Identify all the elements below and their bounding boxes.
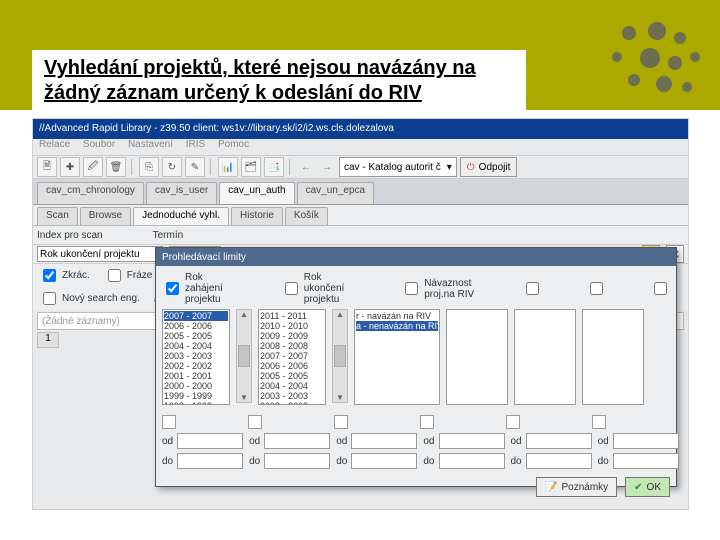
list-end-year[interactable]: 2011 - 20112010 - 20102009 - 20092008 - … [258, 309, 326, 405]
slide-title-box: Vyhledání projektů, které nejsou navázán… [32, 50, 526, 116]
page-number: 1 [37, 332, 59, 348]
extra-checkbox-row [162, 415, 670, 429]
menu-nastaveni[interactable]: Nastavení [128, 139, 173, 150]
catalog-combo[interactable]: cav - Katalog autorit č▾ [339, 157, 457, 177]
cb-e2[interactable] [248, 415, 262, 429]
scan-index-input[interactable] [37, 246, 163, 262]
slide-title: Vyhledání projektů, které nejsou navázán… [44, 56, 514, 106]
from-input-3[interactable] [351, 433, 417, 449]
to-input-2[interactable] [264, 453, 330, 469]
filter-empty-5[interactable] [586, 272, 606, 305]
inner-tabs: Scan Browse Jednoduché vyhl. Historie Ko… [33, 205, 688, 226]
nav-back-icon[interactable]: ← [297, 158, 315, 176]
cb-e4[interactable] [420, 415, 434, 429]
scan-header-row: Index pro scan Termín [33, 226, 688, 245]
tab-simple-search[interactable]: Jednoduché vyhl. [133, 207, 229, 225]
filter-riv-link[interactable]: Návaznost proj.na RIV [401, 272, 478, 305]
cb-e1[interactable] [162, 415, 176, 429]
to-input-3[interactable] [351, 453, 417, 469]
cb-e3[interactable] [334, 415, 348, 429]
from-input-6[interactable] [613, 433, 679, 449]
tab-scan[interactable]: Scan [37, 207, 78, 225]
nav-forward-icon[interactable]: → [318, 158, 336, 176]
from-input-2[interactable] [264, 433, 330, 449]
list-empty-5[interactable] [514, 309, 576, 405]
limits-dialog: Prohledávací limity Rok zahájení projekt… [155, 247, 677, 487]
from-label-1: od [162, 436, 173, 447]
to-input-4[interactable] [439, 453, 505, 469]
tab-isuser[interactable]: cav_is_user [146, 182, 217, 204]
to-label-5: do [511, 456, 522, 467]
toolbar-icon-8[interactable]: 📊 [218, 157, 238, 177]
filter-lists: 2007 - 20072006 - 20062005 - 20052004 - … [162, 309, 670, 405]
menu-iris[interactable]: IRIS [186, 139, 205, 150]
tab-chronology[interactable]: cav_cm_chronology [37, 182, 144, 204]
from-input-5[interactable] [526, 433, 592, 449]
toolbar-icon-7[interactable]: ✎ [185, 157, 205, 177]
list-riv-link[interactable]: r - navázán na RIVa - nenavázán na RIV [354, 309, 440, 405]
decorative-dots [612, 22, 702, 102]
filter-empty-4[interactable] [522, 272, 542, 305]
toolbar-icon-5[interactable]: ⎘ [139, 157, 159, 177]
range-to-row: do do do do do do [162, 453, 670, 469]
from-input-1[interactable] [177, 433, 243, 449]
menu-soubor[interactable]: Soubor [83, 139, 115, 150]
to-label-1: do [162, 456, 173, 467]
to-input-5[interactable] [526, 453, 592, 469]
toolbar-icon-4[interactable]: 🗑 [106, 157, 126, 177]
toolbar-icon-3[interactable]: 🖉 [83, 157, 103, 177]
notes-button[interactable]: 📝Poznámky [536, 477, 617, 497]
from-input-4[interactable] [439, 433, 505, 449]
filter-empty-6[interactable] [650, 272, 670, 305]
filter-start-year[interactable]: Rok zahájení projektu [162, 272, 237, 305]
toolbar: 🗎 ✚ 🖉 🗑 ⎘ ↻ ✎ 📊 🗂 📑 ← → cav - Katalog au… [33, 156, 688, 179]
scan-term-label: Termín [153, 230, 184, 241]
main-tabs: cav_cm_chronology cav_is_user cav_un_aut… [33, 179, 688, 205]
to-label-3: do [336, 456, 347, 467]
tab-browse[interactable]: Browse [80, 207, 131, 225]
dialog-titlebar[interactable]: Prohledávací limity [156, 248, 676, 266]
list-empty-6[interactable] [582, 309, 644, 405]
window-titlebar: //Advanced Rapid Library - z39.50 client… [33, 119, 688, 139]
tab-history[interactable]: Historie [231, 207, 283, 225]
from-label-5: od [511, 436, 522, 447]
scan-index-label: Index pro scan [37, 230, 103, 241]
to-label-4: do [423, 456, 434, 467]
ok-button[interactable]: ✔OK [625, 477, 670, 497]
opt-phrase[interactable]: Fráze [104, 266, 153, 285]
from-label-3: od [336, 436, 347, 447]
from-label-4: od [423, 436, 434, 447]
filter-end-year[interactable]: Rok ukončení projektu [281, 272, 357, 305]
range-from-row: od od od od od od [162, 433, 670, 449]
list-start-year[interactable]: 2007 - 20072006 - 20062005 - 20052004 - … [162, 309, 230, 405]
from-label-6: od [598, 436, 609, 447]
menu-pomoc[interactable]: Pomoc [218, 139, 249, 150]
toolbar-icon-2[interactable]: ✚ [60, 157, 80, 177]
to-label-2: do [249, 456, 260, 467]
disconnect-button[interactable]: ⏻Odpojit [460, 157, 518, 177]
cb-e6[interactable] [592, 415, 606, 429]
tab-unauth[interactable]: cav_un_auth [219, 182, 294, 204]
to-label-6: do [598, 456, 609, 467]
toolbar-icon-9[interactable]: 🗂 [241, 157, 261, 177]
list-empty-4[interactable] [446, 309, 508, 405]
menu-bar: Relace Soubor Nastavení IRIS Pomoc [33, 139, 688, 156]
toolbar-icon-6[interactable]: ↻ [162, 157, 182, 177]
tab-unepca[interactable]: cav_un_epca [297, 182, 375, 204]
scrollbar-2[interactable]: ▲▼ [332, 309, 348, 403]
scrollbar-1[interactable]: ▲▼ [236, 309, 252, 403]
to-input-1[interactable] [177, 453, 243, 469]
to-input-6[interactable] [613, 453, 679, 469]
toolbar-icon-10[interactable]: 📑 [264, 157, 284, 177]
filter-checkboxes: Rok zahájení projektu Rok ukončení proje… [162, 272, 670, 305]
opt-trunc[interactable]: Zkrác. [39, 266, 90, 285]
opt-newengine[interactable]: Nový search eng. [39, 289, 140, 308]
menu-relace[interactable]: Relace [39, 139, 70, 150]
cb-e5[interactable] [506, 415, 520, 429]
tab-basket[interactable]: Košík [285, 207, 328, 225]
app-window: //Advanced Rapid Library - z39.50 client… [32, 118, 689, 510]
toolbar-icon-1[interactable]: 🗎 [37, 157, 57, 177]
from-label-2: od [249, 436, 260, 447]
